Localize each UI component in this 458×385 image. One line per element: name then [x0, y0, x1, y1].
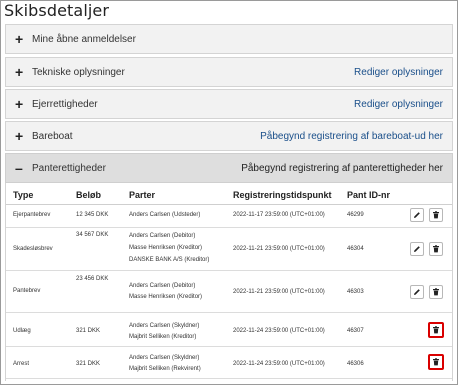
- row-time: 2022-11-21 23:59:00 (UTC+01:00): [233, 289, 325, 295]
- edit-ownership-link[interactable]: Rediger oplysninger: [354, 98, 443, 111]
- panel-label: Mine åbne anmeldelser: [32, 34, 136, 45]
- row-amount: 321 DKK: [76, 361, 101, 367]
- edit-technical-link[interactable]: Rediger oplysninger: [354, 66, 443, 79]
- row-divider: [6, 378, 452, 379]
- column-header-pledge-id: Pant ID-nr: [347, 190, 391, 200]
- trash-icon: [433, 326, 439, 334]
- row-type: Arrest: [13, 361, 30, 367]
- row-party: Masse Henriksen (Kreditor): [129, 245, 203, 251]
- row-party: DANSKE BANK A/S (Kreditor): [129, 257, 210, 263]
- row-time: 2022-11-24 23:59:00 (UTC+01:00): [233, 328, 325, 334]
- row-amount: 23 456 DKK: [76, 276, 109, 282]
- panel-label: Ejerrettigheder: [32, 99, 98, 110]
- row-id: 46307: [347, 328, 364, 334]
- delete-button[interactable]: [428, 322, 444, 338]
- row-time: 2022-11-21 23:59:00 (UTC+01:00): [233, 246, 325, 252]
- expand-plus-icon: +: [15, 31, 24, 47]
- row-amount: 321 DKK: [76, 328, 101, 334]
- panel-panterettigheder[interactable]: – Panterettigheder Påbegynd registrering…: [5, 153, 453, 183]
- panel-bareboat[interactable]: + Bareboat Påbegynd registrering af bare…: [5, 121, 453, 151]
- panel-label: Panterettigheder: [32, 163, 106, 174]
- edit-button[interactable]: [410, 285, 424, 299]
- row-party: Anders Carlsen (Udsteder): [129, 212, 201, 218]
- trash-icon: [433, 211, 439, 219]
- collapse-minus-icon: –: [15, 160, 23, 176]
- start-bareboat-registration-link[interactable]: Påbegynd registrering af bareboat-ud her: [260, 130, 443, 143]
- panel-ejerrettigheder[interactable]: + Ejerrettigheder Rediger oplysninger: [5, 89, 453, 119]
- trash-icon: [433, 288, 439, 296]
- row-time: 2022-11-24 23:59:00 (UTC+01:00): [233, 361, 325, 367]
- pencil-icon: [414, 212, 420, 218]
- pencil-icon: [414, 289, 420, 295]
- row-id: 46299: [347, 212, 364, 218]
- panel-label: Tekniske oplysninger: [32, 67, 125, 78]
- row-divider: [6, 270, 452, 271]
- row-type: Skadesløsbrev: [13, 246, 53, 252]
- row-party: Masse Henriksen (Kreditor): [129, 294, 203, 300]
- column-header-amount: Beløb: [76, 190, 102, 200]
- trash-icon: [433, 358, 439, 366]
- row-type: Ejerpantebrev: [13, 212, 51, 218]
- header-divider: [6, 204, 452, 205]
- row-divider: [6, 312, 452, 313]
- delete-button[interactable]: [429, 242, 443, 256]
- row-party: Anders Carlsen (Debitor): [129, 233, 196, 239]
- panel-label: Bareboat: [32, 131, 73, 142]
- row-id: 46304: [347, 246, 364, 252]
- row-id: 46306: [347, 361, 364, 367]
- row-party: Majbrit Selliken (Rekvirent): [129, 366, 201, 372]
- trash-icon: [433, 245, 439, 253]
- column-header-registration-time: Registreringstidspunkt: [233, 190, 332, 200]
- edit-button[interactable]: [410, 242, 424, 256]
- row-id: 46303: [347, 289, 364, 295]
- pencil-icon: [414, 246, 420, 252]
- row-divider: [6, 346, 452, 347]
- expand-plus-icon: +: [15, 128, 24, 144]
- mortgage-table: Type Beløb Parter Registreringstidspunkt…: [5, 183, 453, 381]
- start-mortgage-registration-link[interactable]: Påbegynd registrering af panterettighede…: [241, 162, 443, 175]
- page-title: Skibsdetaljer: [4, 1, 110, 20]
- panel-tekniske-oplysninger[interactable]: + Tekniske oplysninger Rediger oplysning…: [5, 57, 453, 87]
- panel-mine-aabne-anmeldelser[interactable]: + Mine åbne anmeldelser: [5, 24, 453, 54]
- delete-button[interactable]: [429, 208, 443, 222]
- row-party: Majbrit Selliken (Kreditor): [129, 334, 197, 340]
- row-divider: [6, 227, 452, 228]
- row-time: 2022-11-17 23:59:00 (UTC+01:00): [233, 212, 325, 218]
- row-party: Anders Carlsen (Skyldner): [129, 355, 200, 361]
- row-party: Anders Carlsen (Debitor): [129, 283, 196, 289]
- expand-plus-icon: +: [15, 64, 24, 80]
- column-header-type: Type: [13, 190, 34, 200]
- row-amount: 34 567 DKK: [76, 232, 109, 238]
- delete-button[interactable]: [428, 354, 444, 370]
- delete-button[interactable]: [429, 285, 443, 299]
- row-party: Anders Carlsen (Skyldner): [129, 323, 200, 329]
- edit-button[interactable]: [410, 208, 424, 222]
- row-type: Udlæg: [13, 328, 31, 334]
- row-type: Pantebrev: [13, 288, 41, 294]
- expand-plus-icon: +: [15, 96, 24, 112]
- row-amount: 12 345 DKK: [76, 212, 109, 218]
- column-header-parties: Parter: [129, 190, 156, 200]
